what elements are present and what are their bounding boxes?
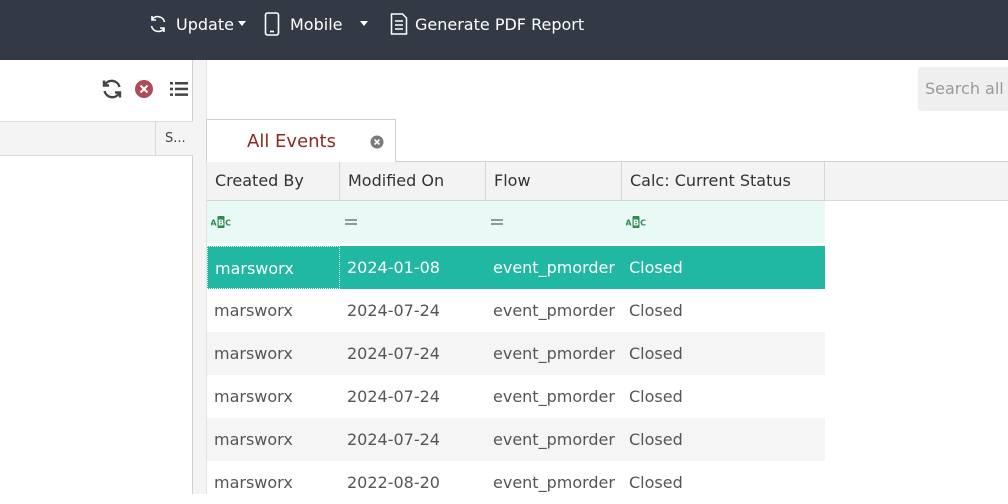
tab-all-events[interactable]: All Events [206, 119, 396, 162]
cell-status[interactable]: Closed [622, 375, 825, 418]
mobile-button[interactable]: Mobile [264, 0, 342, 48]
column-header-flow[interactable]: Flow [486, 162, 622, 200]
cell-modified-on[interactable]: 2024-07-24 [340, 332, 486, 375]
chevron-down-icon [360, 21, 368, 27]
cell-status[interactable]: Closed [622, 289, 825, 332]
cell-modified-on[interactable]: 2024-07-24 [340, 418, 486, 461]
svg-text:A: A [626, 219, 632, 228]
text-filter-icon[interactable]: A B C [622, 201, 825, 243]
svg-text:C: C [640, 219, 646, 228]
column-header-created-by[interactable]: Created By [207, 162, 340, 200]
refresh-icon [148, 14, 168, 34]
mobile-label: Mobile [290, 14, 343, 34]
top-toolbar: Update Mobile Generate PDF Report [0, 0, 1008, 60]
left-panel: S... [0, 60, 193, 494]
equals-filter-icon[interactable] [340, 201, 486, 243]
left-grid-column-s[interactable]: S... [155, 122, 193, 155]
cell-status[interactable]: Closed [622, 246, 825, 289]
table-row[interactable]: marsworx 2022-08-20 event_pmorder Closed [207, 461, 825, 504]
document-icon [390, 13, 408, 35]
cell-created-by[interactable]: marsworx [207, 461, 340, 504]
clear-filter-icon[interactable] [134, 77, 154, 101]
cell-modified-on[interactable]: 2024-01-08 [340, 246, 486, 289]
tab-label: All Events [247, 131, 336, 152]
update-label: Update [176, 14, 234, 34]
equals-filter-icon[interactable] [486, 201, 622, 243]
left-grid-header: S... [0, 121, 193, 156]
update-button[interactable]: Update [148, 0, 246, 48]
svg-text:B: B [633, 219, 639, 228]
cell-modified-on[interactable]: 2024-07-24 [340, 375, 486, 418]
chevron-down-icon [237, 21, 246, 27]
cell-flow[interactable]: event_pmorder [486, 461, 622, 504]
column-header-modified-on[interactable]: Modified On [340, 162, 486, 200]
close-icon[interactable] [370, 134, 384, 153]
mobile-dropdown-button[interactable] [360, 0, 368, 48]
table-row[interactable]: marsworx 2024-07-24 event_pmorder Closed [207, 332, 825, 375]
generate-pdf-report-button[interactable]: Generate PDF Report [390, 0, 584, 48]
pdf-label: Generate PDF Report [415, 14, 585, 34]
cell-status[interactable]: Closed [622, 418, 825, 461]
table-row[interactable]: marsworx 2024-07-24 event_pmorder Closed [207, 289, 825, 332]
cell-created-by[interactable]: marsworx [207, 246, 340, 289]
cell-status[interactable]: Closed [622, 332, 825, 375]
refresh-icon[interactable] [100, 77, 124, 101]
cell-flow[interactable]: event_pmorder [486, 246, 622, 289]
cell-flow[interactable]: event_pmorder [486, 375, 622, 418]
cell-flow[interactable]: event_pmorder [486, 418, 622, 461]
grid-header: Created By Modified On Flow Calc: Curren… [207, 162, 1008, 201]
cell-modified-on[interactable]: 2022-08-20 [340, 461, 486, 504]
svg-text:A: A [211, 219, 217, 228]
filter-row: A B C A B C [207, 201, 825, 243]
text-filter-icon[interactable]: A B C [207, 201, 340, 243]
cell-modified-on[interactable]: 2024-07-24 [340, 289, 486, 332]
cell-created-by[interactable]: marsworx [207, 418, 340, 461]
cell-created-by[interactable]: marsworx [207, 332, 340, 375]
mobile-phone-icon [264, 12, 280, 36]
table-row[interactable]: marsworx 2024-07-24 event_pmorder Closed [207, 418, 825, 461]
cell-flow[interactable]: event_pmorder [486, 289, 622, 332]
list-icon[interactable] [169, 77, 189, 101]
cell-created-by[interactable]: marsworx [207, 289, 340, 332]
svg-text:B: B [218, 219, 224, 228]
column-header-current-status[interactable]: Calc: Current Status [622, 162, 825, 200]
search-input[interactable]: Search all A [918, 67, 1008, 111]
cell-status[interactable]: Closed [622, 461, 825, 504]
table-row[interactable]: marsworx 2024-01-08 event_pmorder Closed [207, 246, 825, 289]
cell-created-by[interactable]: marsworx [207, 375, 340, 418]
svg-text:C: C [225, 219, 231, 228]
cell-flow[interactable]: event_pmorder [486, 332, 622, 375]
table-row[interactable]: marsworx 2024-07-24 event_pmorder Closed [207, 375, 825, 418]
panel-splitter[interactable] [193, 60, 207, 494]
